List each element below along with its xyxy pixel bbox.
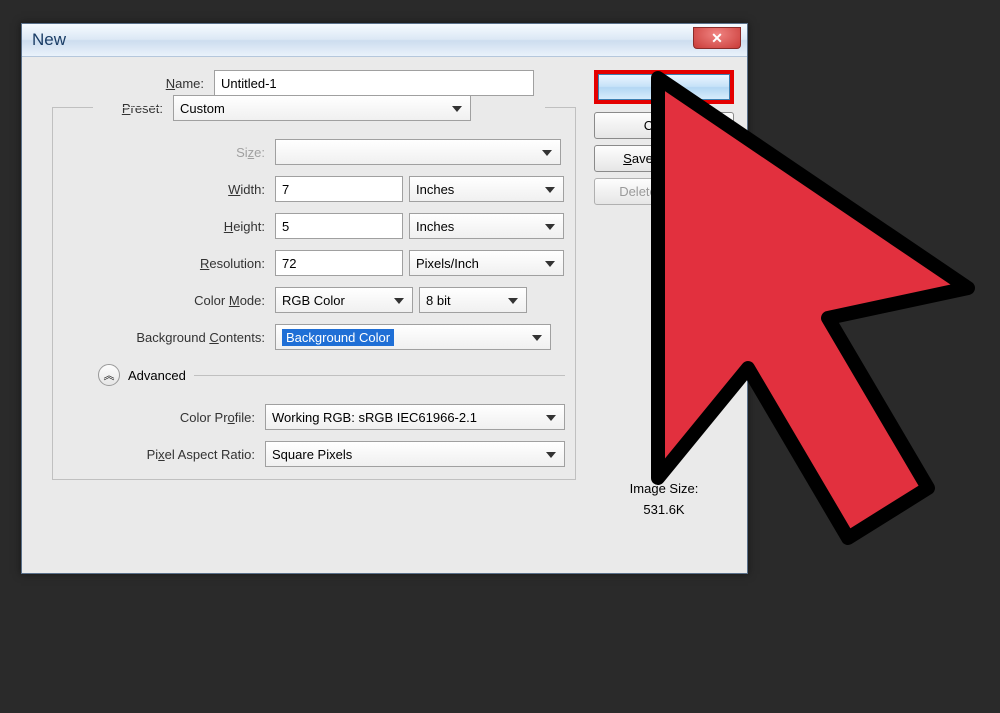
new-document-dialog: New ✕ Name: Preset: Custom Size: <box>21 23 748 574</box>
close-icon: ✕ <box>711 30 723 47</box>
name-label: Name: <box>22 76 214 91</box>
color-bit-value: 8 bit <box>426 293 451 308</box>
size-label: Size: <box>53 145 275 160</box>
width-unit-combo[interactable]: Inches <box>409 176 564 202</box>
height-label: Height: <box>53 219 275 234</box>
advanced-divider: ︽ Advanced <box>53 364 565 386</box>
pixel-ratio-combo[interactable]: Square Pixels <box>265 441 565 467</box>
profile-value: Working RGB: sRGB IEC61966-2.1 <box>272 410 477 425</box>
width-unit-value: Inches <box>416 182 454 197</box>
width-label: Width: <box>53 182 275 197</box>
divider-line <box>194 375 565 376</box>
dialog-title: New <box>32 30 66 50</box>
cancel-button[interactable]: Cancel <box>594 112 734 139</box>
preset-value: Custom <box>180 101 225 116</box>
height-unit-combo[interactable]: Inches <box>409 213 564 239</box>
image-size-value: 531.6K <box>594 502 734 517</box>
color-mode-label: Color Mode: <box>53 293 275 308</box>
image-size-info: Image Size: 531.6K <box>594 481 734 517</box>
save-preset-button[interactable]: Save Preset... <box>594 145 734 172</box>
close-button[interactable]: ✕ <box>693 27 741 49</box>
color-bit-combo[interactable]: 8 bit <box>419 287 527 313</box>
preset-label: Preset: <box>53 101 173 116</box>
settings-group: Preset: Custom Size: Width: Inches <box>52 107 576 480</box>
chevron-up-icon: ︽ <box>104 367 115 383</box>
main-column: Name: Preset: Custom Size: <box>22 70 594 560</box>
ok-highlight: OK <box>594 70 734 104</box>
advanced-label: Advanced <box>128 368 186 383</box>
height-unit-value: Inches <box>416 219 454 234</box>
titlebar[interactable]: New ✕ <box>22 24 747 57</box>
resolution-label: Resolution: <box>53 256 275 271</box>
profile-label: Color Profile: <box>53 410 265 425</box>
size-combo <box>275 139 561 165</box>
image-size-label: Image Size: <box>594 481 734 496</box>
resolution-input[interactable] <box>275 250 403 276</box>
height-input[interactable] <box>275 213 403 239</box>
bg-label: Background Contents: <box>53 330 275 345</box>
resolution-unit-combo[interactable]: Pixels/Inch <box>409 250 564 276</box>
advanced-toggle[interactable]: ︽ <box>98 364 120 386</box>
name-input[interactable] <box>214 70 534 96</box>
side-column: OK Cancel Save Preset... Delete Preset..… <box>594 70 734 560</box>
pixel-ratio-value: Square Pixels <box>272 447 352 462</box>
color-mode-combo[interactable]: RGB Color <box>275 287 413 313</box>
bg-combo[interactable]: Background Color <box>275 324 551 350</box>
pixel-ratio-label: Pixel Aspect Ratio: <box>53 447 265 462</box>
dialog-body: Name: Preset: Custom Size: <box>22 57 747 573</box>
bg-value: Background Color <box>282 329 394 346</box>
profile-combo[interactable]: Working RGB: sRGB IEC61966-2.1 <box>265 404 565 430</box>
delete-preset-button: Delete Preset... <box>594 178 734 205</box>
ok-button[interactable]: OK <box>598 74 730 100</box>
width-input[interactable] <box>275 176 403 202</box>
resolution-unit-value: Pixels/Inch <box>416 256 479 271</box>
color-mode-value: RGB Color <box>282 293 345 308</box>
preset-combo[interactable]: Custom <box>173 95 471 121</box>
